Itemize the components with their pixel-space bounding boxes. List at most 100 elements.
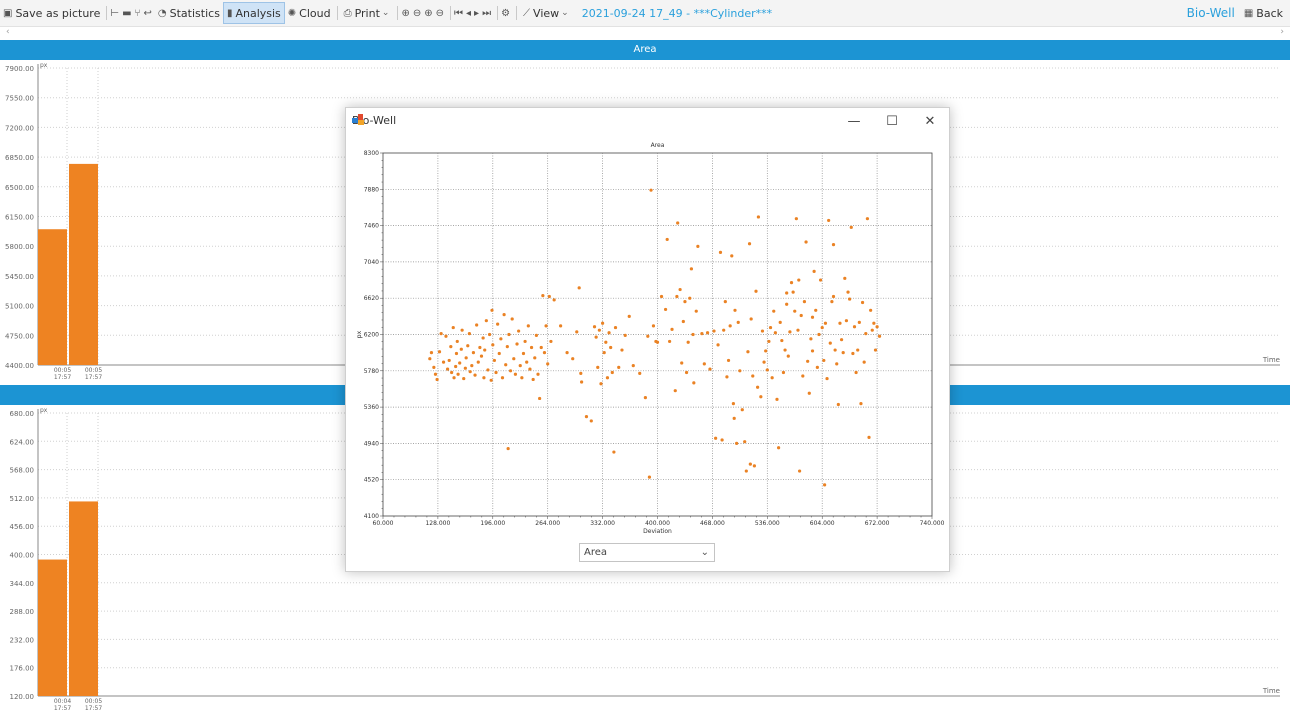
y-tick-label: 232.00 bbox=[10, 636, 35, 644]
scatter-point bbox=[546, 362, 550, 366]
x-tick-label: 604.000 bbox=[810, 520, 835, 527]
scatter-point bbox=[768, 325, 773, 330]
y-tick-label: 6500.00 bbox=[5, 184, 34, 192]
zoom-in-icon[interactable]: ⊕ bbox=[401, 8, 409, 19]
scatter-point bbox=[740, 408, 744, 412]
y-tick-label: 120.00 bbox=[10, 693, 35, 701]
y-tick-label: 7880 bbox=[364, 186, 379, 193]
scatter-point bbox=[507, 332, 511, 337]
y-tick-label: 4750.00 bbox=[5, 332, 34, 340]
bio-well-dialog: Bio-Well — ☐ ✕ Area 60.000 128.000 196.000 2… bbox=[345, 107, 950, 572]
save-as-picture-label: Save as picture bbox=[15, 6, 101, 20]
scatter-point bbox=[504, 363, 508, 367]
scatter-point bbox=[589, 419, 593, 423]
area-band-title: Area bbox=[633, 44, 657, 55]
scatter-point bbox=[875, 325, 879, 329]
scatter-point bbox=[470, 364, 474, 368]
y-tick-label: 4940 bbox=[364, 440, 379, 447]
scatter-point bbox=[839, 338, 844, 342]
statistics-button[interactable]: ◔ Statistics bbox=[155, 3, 223, 23]
scatter-point bbox=[531, 377, 535, 382]
scatter-point bbox=[786, 354, 790, 358]
scatter-point bbox=[726, 358, 731, 363]
scatter-point bbox=[754, 289, 758, 293]
x-tick-label: 60.000 bbox=[373, 520, 394, 527]
scatter-point bbox=[828, 341, 832, 345]
scatter-point bbox=[529, 345, 534, 350]
metric-select[interactable]: Area ⌄ bbox=[579, 543, 715, 562]
scroll-right-icon[interactable]: › bbox=[1280, 27, 1284, 37]
scatter-point bbox=[765, 368, 769, 372]
scatter-point bbox=[825, 376, 829, 381]
scatter-point bbox=[686, 340, 690, 344]
scatter-point bbox=[851, 351, 855, 356]
analysis-button[interactable]: ▮ Analysis bbox=[222, 2, 285, 24]
scatter-point bbox=[450, 370, 454, 375]
x-tick-label: 400.000 bbox=[645, 520, 670, 527]
scatter-point bbox=[500, 376, 505, 380]
scatter-point bbox=[733, 308, 737, 312]
next-icon[interactable]: ▸ bbox=[474, 8, 479, 19]
scatter-point bbox=[552, 298, 556, 302]
zoom-fit-icon[interactable]: ⊕ bbox=[424, 8, 432, 19]
first-icon[interactable]: ⏮ bbox=[454, 8, 463, 19]
scatter-point bbox=[684, 370, 689, 375]
scatter-point bbox=[483, 348, 487, 352]
printer-icon: ⎙ bbox=[343, 7, 352, 19]
gear-icon[interactable]: ⚙ bbox=[501, 8, 510, 19]
scatter-point bbox=[708, 367, 712, 371]
cloud-icon: ✺ bbox=[287, 7, 297, 19]
chevron-down-icon: ⌄ bbox=[381, 8, 390, 18]
scatter-point bbox=[791, 290, 795, 294]
y-tick-label: 5450.00 bbox=[5, 273, 34, 281]
scatter-point bbox=[592, 325, 597, 329]
save-as-picture-button[interactable]: ▣ Save as picture bbox=[0, 3, 103, 23]
undo-icon[interactable]: ↩ bbox=[144, 8, 152, 19]
bar bbox=[38, 229, 67, 365]
scatter-point bbox=[730, 254, 734, 258]
last-icon[interactable]: ⏭ bbox=[482, 8, 491, 19]
analysis-label: Analysis bbox=[235, 6, 281, 20]
scatter-point bbox=[759, 395, 763, 399]
scatter-point bbox=[459, 347, 463, 351]
scatter-point bbox=[785, 291, 789, 295]
scatter-point bbox=[510, 317, 514, 321]
y-tick-label: 344.00 bbox=[10, 580, 35, 588]
scatter-point bbox=[449, 345, 453, 349]
scatter-point bbox=[810, 349, 815, 353]
scatter-point bbox=[723, 300, 727, 304]
scatter-point bbox=[799, 313, 803, 318]
x-tick-label: 17:57 bbox=[85, 374, 102, 381]
scatter-point bbox=[620, 348, 624, 352]
scatter-point bbox=[623, 333, 627, 337]
view-button[interactable]: ⟋ View ⌄ bbox=[520, 3, 574, 23]
stretch-icon[interactable]: ⊢ bbox=[110, 8, 119, 19]
scatter-point bbox=[528, 367, 532, 371]
scatter-point bbox=[479, 354, 484, 358]
x-tick-label: 17:57 bbox=[85, 705, 102, 712]
prev-icon[interactable]: ◂ bbox=[466, 8, 471, 19]
zoom-reset-icon[interactable]: ⊖ bbox=[436, 8, 444, 19]
x-tick-label: 196.000 bbox=[480, 520, 505, 527]
scatter-point bbox=[751, 374, 755, 378]
scatter-point bbox=[520, 376, 524, 380]
x-tick-label: 332.000 bbox=[590, 520, 615, 527]
scatter-point bbox=[831, 294, 836, 299]
scatter-point bbox=[862, 360, 866, 364]
back-button[interactable]: ▦ Back bbox=[1241, 3, 1286, 23]
flag-icon[interactable]: ▬ bbox=[122, 8, 131, 19]
scroll-left-icon[interactable]: ‹ bbox=[6, 27, 10, 37]
scatter-point bbox=[746, 350, 750, 354]
scatter-point bbox=[796, 328, 800, 332]
zoom-out-icon[interactable]: ⊖ bbox=[413, 8, 421, 19]
scatter-point bbox=[673, 389, 677, 393]
scatter-point bbox=[549, 339, 553, 344]
x-tick-label: 128.000 bbox=[425, 520, 450, 527]
scatter-point bbox=[696, 244, 700, 248]
merge-icon[interactable]: ⑂ bbox=[135, 8, 141, 19]
y-tick-label: 7900.00 bbox=[5, 65, 34, 73]
scatter-point bbox=[731, 402, 735, 406]
cloud-button[interactable]: ✺ Cloud bbox=[285, 3, 334, 23]
print-button[interactable]: ⎙ Print ⌄ bbox=[341, 3, 395, 23]
horizontal-scroller: ‹ › bbox=[0, 27, 1290, 39]
